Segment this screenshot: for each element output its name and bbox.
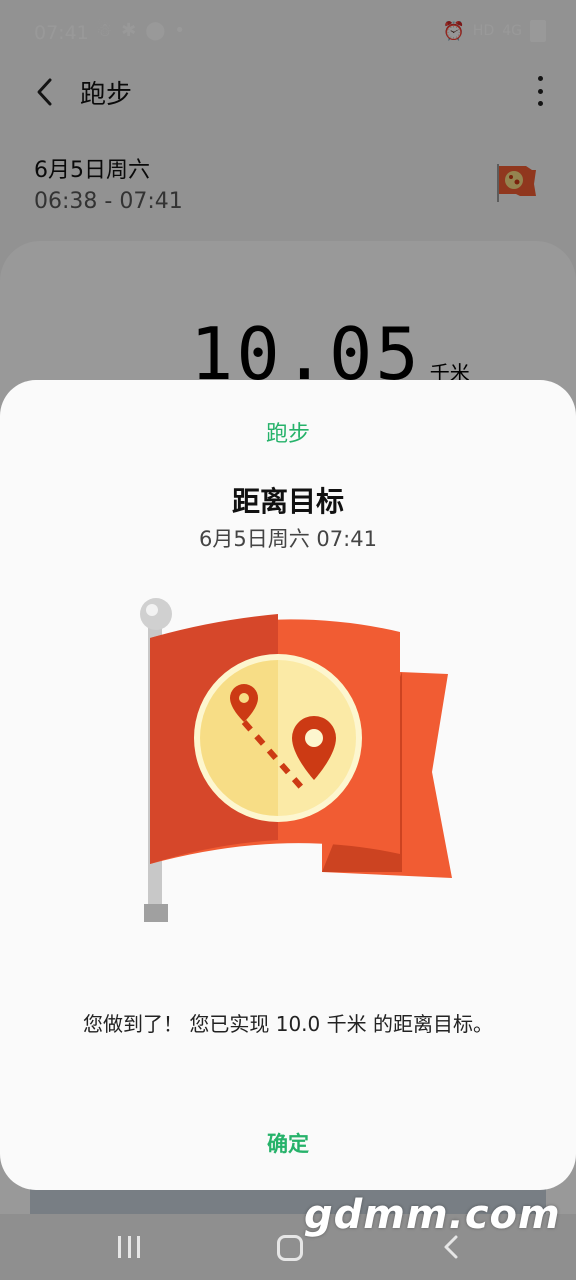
recents-icon[interactable] [118,1236,140,1258]
dialog-message: 您做到了！ 您已实现 10.0 千米 的距离目标。 [83,1012,493,1036]
watermark: gdmm.com [304,1192,561,1238]
dialog-date: 6月5日周六 07:41 [199,527,377,551]
dialog-category: 跑步 [265,422,310,447]
goal-flag-icon [140,598,452,922]
dialog-title: 距离目标 [231,485,344,518]
home-icon[interactable] [277,1235,303,1261]
goal-achieved-dialog: 跑步 距离目标 6月5日周六 07:41 您做到了！ 您已实现 10.0 千米 … [0,380,576,1190]
confirm-button[interactable]: 确定 [238,1124,338,1164]
